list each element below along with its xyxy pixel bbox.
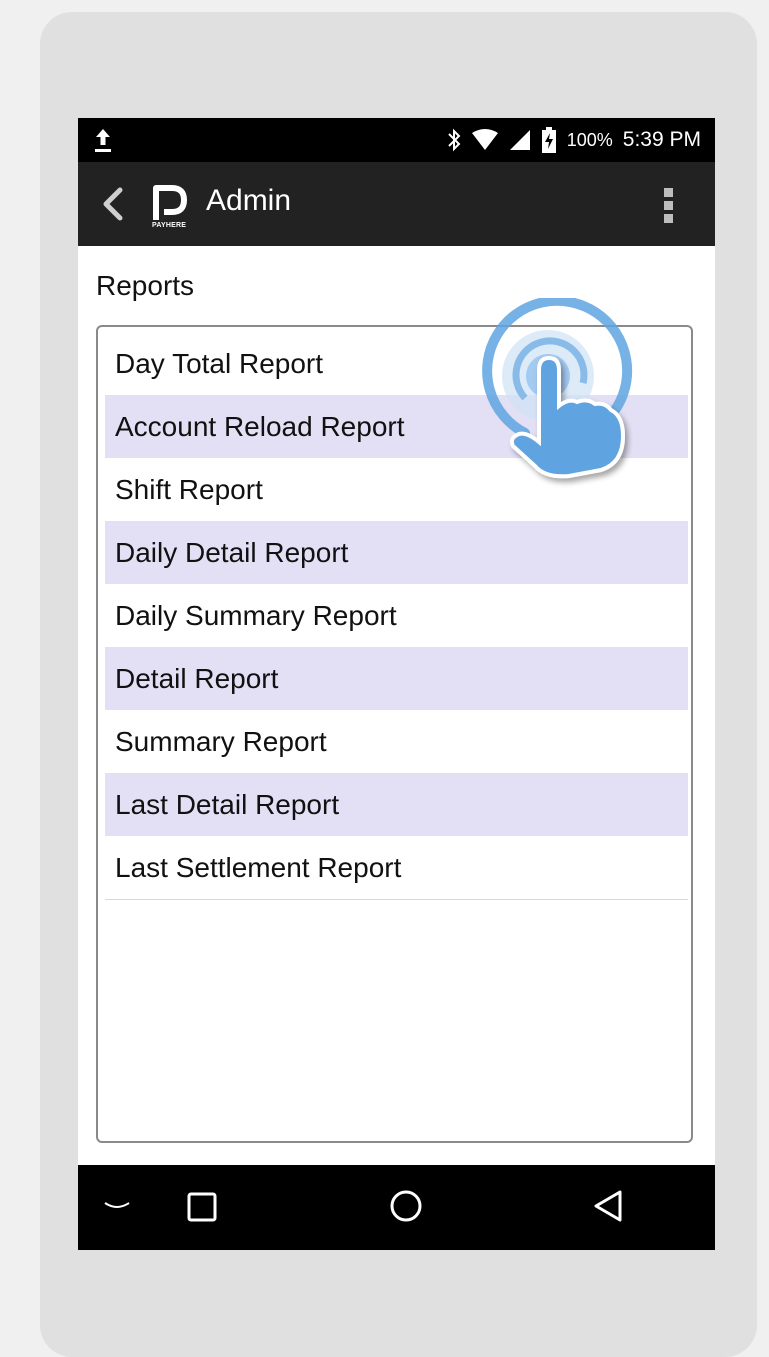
upload-icon: [95, 129, 111, 152]
payhere-logo-text: PAYHERE: [152, 222, 187, 229]
list-item-daily-summary-report[interactable]: Daily Summary Report: [105, 584, 688, 647]
status-icons: 100% 5:39 PM: [447, 118, 701, 162]
list-item-detail-report[interactable]: Detail Report: [105, 647, 688, 710]
cell-signal-icon: [509, 130, 530, 150]
wifi-icon: [471, 129, 498, 150]
app-bar: PAYHERE Admin: [78, 162, 715, 246]
list-item-last-settlement-report[interactable]: Last Settlement Report: [105, 836, 688, 899]
report-list-container: Day Total Report Account Reload Report S…: [96, 325, 693, 1143]
list-divider: [105, 899, 688, 900]
home-icon[interactable]: [389, 1189, 423, 1223]
back-icon[interactable]: [590, 1188, 626, 1224]
overflow-menu-icon[interactable]: [663, 186, 675, 226]
bluetooth-icon: [448, 128, 461, 152]
navigation-bar: [78, 1165, 715, 1250]
status-time: 5:39 PM: [622, 128, 701, 151]
list-item-day-total-report[interactable]: Day Total Report: [105, 332, 688, 395]
list-item-daily-detail-report[interactable]: Daily Detail Report: [105, 521, 688, 584]
back-chevron-icon[interactable]: [98, 182, 126, 226]
report-list: Day Total Report Account Reload Report S…: [105, 332, 688, 900]
app-title: Admin: [206, 184, 292, 217]
battery-percentage: 100%: [566, 129, 613, 150]
list-item-summary-report[interactable]: Summary Report: [105, 710, 688, 773]
list-item-last-detail-report[interactable]: Last Detail Report: [105, 773, 688, 836]
phone-screen: 100% 5:39 PM PAYHERE Admin Reports Day T…: [78, 118, 715, 1250]
battery-charging-icon: [541, 127, 556, 153]
hide-keyboard-icon[interactable]: [102, 1191, 132, 1221]
section-title: Reports: [96, 270, 195, 301]
recent-apps-icon[interactable]: [186, 1191, 218, 1223]
list-item-shift-report[interactable]: Shift Report: [105, 458, 688, 521]
status-bar: 100% 5:39 PM: [78, 118, 715, 162]
list-item-account-reload-report[interactable]: Account Reload Report: [105, 395, 688, 458]
